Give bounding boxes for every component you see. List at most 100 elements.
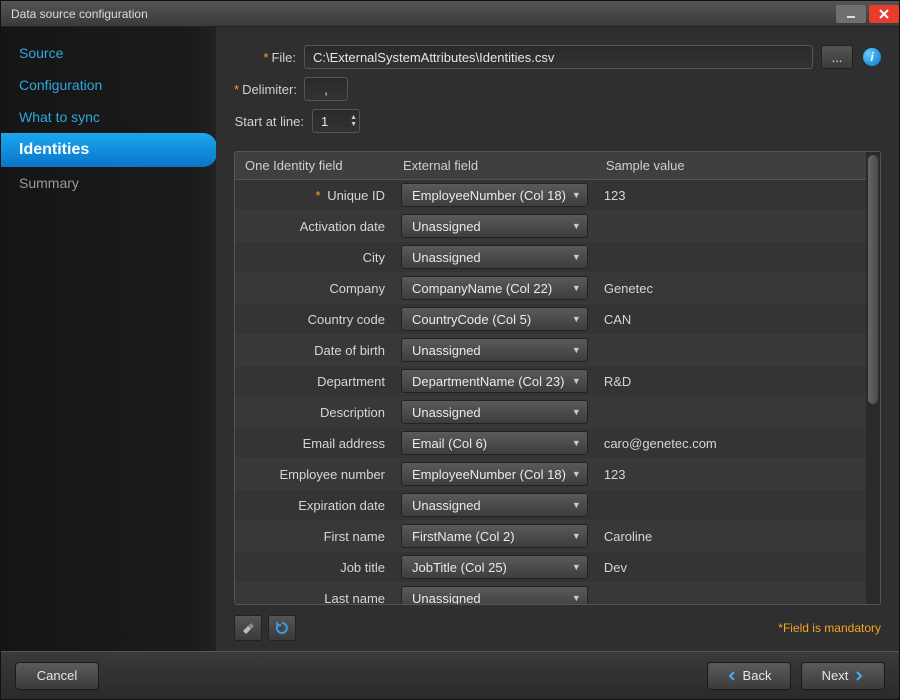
identity-field-label: First name [235,521,393,552]
table-row: Activation date Unassigned▼ [235,211,866,242]
chevron-down-icon: ▼ [572,500,581,510]
spinner-arrows[interactable]: ▲▼ [350,114,357,128]
table-row: Date of birthUnassigned▼ [235,335,866,366]
sample-value: Dev [596,552,866,583]
eraser-icon [240,620,256,636]
table-row: City Unassigned▼ [235,242,866,273]
external-field-select[interactable]: FirstName (Col 2)▼ [401,524,588,548]
table-row: Email address Email (Col 6)▼ caro@genetec.… [235,428,866,459]
external-field-select[interactable]: Unassigned▼ [401,338,588,362]
identity-field-label: Employee number [235,459,393,490]
vertical-scrollbar[interactable] [866,152,880,604]
table-row: Job title JobTitle (Col 25)▼ Dev [235,552,866,583]
table-row: Country codeCountryCode (Col 5)▼CAN [235,304,866,335]
identity-field-label: Expiration date [235,490,393,521]
start-at-line-label: Start at line: [234,114,312,129]
start-at-line-row: Start at line: 1 ▲▼ [234,109,881,133]
start-at-line-spinner[interactable]: 1 ▲▼ [312,109,360,133]
chevron-down-icon: ▼ [572,438,581,448]
mapping-grid: One Identity field External field Sample… [234,151,881,605]
wizard-sidebar: Source Configuration What to sync Identi… [1,27,216,651]
sidebar-item-summary[interactable]: Summary [1,167,216,199]
file-input[interactable] [304,45,813,69]
sidebar-item-source[interactable]: Source [1,37,216,69]
dialog-window: Data source configuration Source Configu… [0,0,900,700]
minimize-icon [845,8,857,20]
external-field-select[interactable]: JobTitle (Col 25)▼ [401,555,588,579]
identity-field-label: Job title [235,552,393,583]
minimize-button[interactable] [836,5,866,23]
next-button[interactable]: Next [801,662,885,690]
sample-value: Genetec [596,273,866,304]
col-sample-value[interactable]: Sample value [596,152,866,180]
table-row: Last name Unassigned▼ [235,583,866,605]
external-field-select[interactable]: EmployeeNumber (Col 18)▼ [401,183,588,207]
delimiter-label: *Delimiter: [234,82,304,97]
chevron-down-icon: ▼ [572,562,581,572]
external-field-select[interactable]: Unassigned▼ [401,493,588,517]
dialog-footer: Cancel Back Next [1,651,899,699]
identity-field-label: Department [235,366,393,397]
chevron-down-icon: ▼ [350,121,357,128]
browse-button[interactable]: ... [821,45,853,69]
scrollbar-thumb[interactable] [868,155,878,404]
mandatory-note: *Field is mandatory [778,621,881,635]
table-row: Expiration date Unassigned▼ [235,490,866,521]
external-field-select[interactable]: CompanyName (Col 22)▼ [401,276,588,300]
chevron-down-icon: ▼ [572,469,581,479]
identity-field-label: City [235,242,393,273]
sample-value [596,211,866,242]
sample-value: Caroline [596,521,866,552]
table-row: DescriptionUnassigned▼ [235,397,866,428]
external-field-select[interactable]: CountryCode (Col 5)▼ [401,307,588,331]
file-label: *File: [234,50,304,65]
title-bar: Data source configuration [1,1,899,27]
refresh-button[interactable] [268,615,296,641]
info-icon[interactable]: i [863,48,881,66]
table-row: CompanyCompanyName (Col 22)▼Genetec [235,273,866,304]
chevron-down-icon: ▼ [572,407,581,417]
external-field-select[interactable]: Unassigned▼ [401,245,588,269]
chevron-right-icon [854,671,864,681]
sidebar-item-what-to-sync[interactable]: What to sync [1,101,216,133]
file-row: *File: ... i [234,45,881,69]
close-button[interactable] [869,5,899,23]
back-button[interactable]: Back [707,662,791,690]
grid-toolbar: *Field is mandatory [234,615,881,641]
grid-scroll[interactable]: One Identity field External field Sample… [235,152,866,604]
sample-value [596,242,866,273]
delimiter-row: *Delimiter: [234,77,881,101]
refresh-icon [274,620,290,636]
external-field-select[interactable]: Unassigned▼ [401,400,588,424]
chevron-down-icon: ▼ [572,345,581,355]
external-field-select[interactable]: Email (Col 6)▼ [401,431,588,455]
col-identity-field[interactable]: One Identity field [235,152,393,180]
col-external-field[interactable]: External field [393,152,596,180]
chevron-down-icon: ▼ [572,531,581,541]
identity-field-label: Email address [235,428,393,459]
main-panel: *File: ... i *Delimiter: Start at line: … [216,27,899,651]
sidebar-item-configuration[interactable]: Configuration [1,69,216,101]
external-field-select[interactable]: EmployeeNumber (Col 18)▼ [401,462,588,486]
chevron-down-icon: ▼ [572,376,581,386]
sidebar-item-identities[interactable]: Identities [1,133,217,167]
sample-value: 123 [596,180,866,211]
window-title: Data source configuration [11,7,148,21]
clear-mapping-button[interactable] [234,615,262,641]
sample-value: CAN [596,304,866,335]
external-field-select[interactable]: Unassigned▼ [401,214,588,238]
external-field-select[interactable]: DepartmentName (Col 23)▼ [401,369,588,393]
table-row: First name FirstName (Col 2)▼ Caroline [235,521,866,552]
cancel-button[interactable]: Cancel [15,662,99,690]
close-icon [878,8,890,20]
table-row: DepartmentDepartmentName (Col 23)▼R&D [235,366,866,397]
identity-field-label: Last name [235,583,393,605]
external-field-select[interactable]: Unassigned▼ [401,586,588,604]
chevron-up-icon: ▲ [350,114,357,121]
sample-value: caro@genetec.com [596,428,866,459]
dialog-body: Source Configuration What to sync Identi… [1,27,899,651]
identity-field-label: Activation date [235,211,393,242]
delimiter-input[interactable] [304,77,348,101]
sample-value [596,335,866,366]
table-row: * Unique IDEmployeeNumber (Col 18)▼123 [235,180,866,211]
